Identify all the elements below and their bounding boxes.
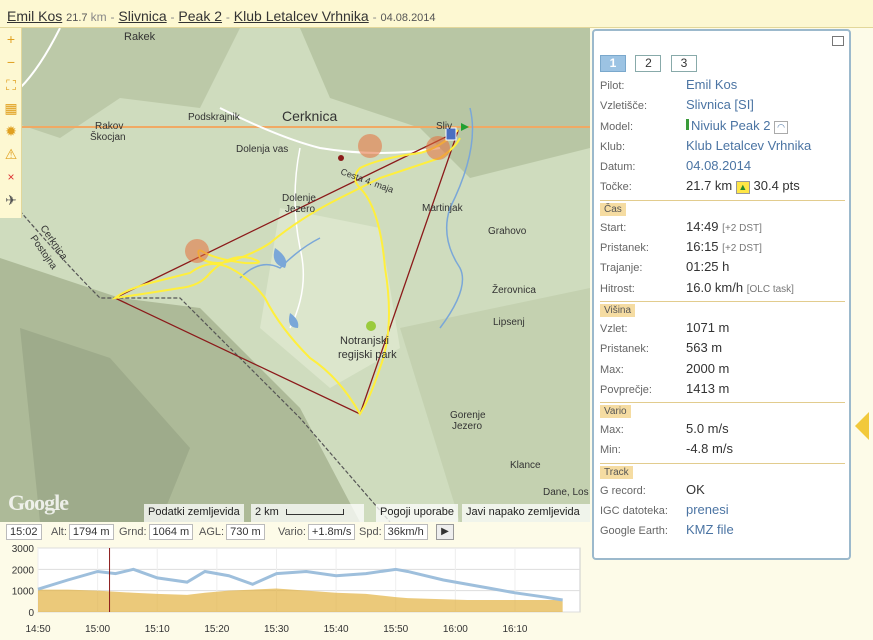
map-data-link[interactable]: Podatki zemljevida: [144, 504, 244, 522]
height-landing-value: 563 m: [686, 340, 723, 356]
map-scale: 2 km: [251, 504, 364, 522]
tab-2[interactable]: 2: [635, 55, 662, 72]
glider-icon: [686, 118, 689, 130]
x-tick-label: 16:10: [502, 624, 527, 635]
restore-window-icon[interactable]: [832, 36, 844, 46]
fullscreen-icon[interactable]: ⛶: [0, 74, 22, 97]
grecord-value: OK: [686, 481, 705, 497]
place-grahovo: Grahovo: [488, 226, 527, 237]
section-time: Čas: [600, 202, 626, 216]
place-regijski-park: regijski park: [338, 349, 397, 361]
flight-summary: Pilot: Emil Kos Vzletišče: Slivnica [SI] M…: [600, 76, 845, 542]
y-tick-label: 0: [28, 608, 34, 619]
height-max-value: 2000 m: [686, 360, 730, 376]
points-value: 21.7 km ▲ 30.4 pts: [686, 178, 800, 195]
speed-value: 36km/h: [383, 524, 428, 540]
x-tick-label: 15:20: [204, 624, 229, 635]
triangle-icon: ▲: [735, 181, 750, 195]
y-tick-label: 3000: [12, 544, 35, 555]
x-tick-label: 15:50: [383, 624, 408, 635]
place-gorenje: Gorenje: [450, 410, 486, 421]
place-martinjak: Martinjak: [422, 203, 464, 214]
duration-value: 01:25 h: [686, 259, 730, 275]
google-logo: Google: [8, 490, 69, 515]
kmz-download-link[interactable]: KMZ file: [686, 522, 734, 537]
vario-min-value: -4.8 m/s: [686, 441, 733, 457]
launch-link[interactable]: Slivnica: [118, 8, 166, 24]
place-skocjan: Škocjan: [90, 130, 126, 143]
place-zerovnica: Žerovnica: [492, 283, 536, 296]
x-tick-label: 15:40: [324, 624, 349, 635]
place-lipsenj: Lipsenj: [493, 317, 525, 328]
start-value: 14:49 [+2 DST]: [686, 218, 762, 234]
glider-link[interactable]: Peak 2: [178, 8, 222, 24]
alt-value: 1794 m: [68, 524, 114, 540]
place-rakek: Rakek: [124, 31, 156, 43]
section-height: Višina: [600, 303, 636, 317]
section-vario: Vario: [600, 405, 631, 419]
scale-bar: [285, 509, 344, 515]
agl-value: 730 m: [226, 524, 265, 540]
vario-max-value: 5.0 m/s: [686, 421, 729, 437]
place-rakov: Rakov: [95, 121, 123, 132]
place-jezero: Jezero: [285, 204, 315, 215]
panel-tabs: 1 2 3: [600, 54, 702, 72]
vario-value: +1.8m/s: [307, 524, 356, 540]
place-podskrajnik: Podskrajnik: [188, 112, 241, 123]
distance-text: 21.7 km: [66, 10, 107, 24]
place-sliv: Sliv: [436, 121, 452, 132]
date-value: 04.08.2014: [686, 158, 752, 174]
place-dane: Dane, Los: [543, 487, 589, 498]
y-tick-label: 2000: [12, 565, 35, 576]
zoom-in-button[interactable]: +: [0, 28, 22, 51]
time-value: 15:02: [6, 524, 42, 540]
x-tick-label: 15:00: [85, 624, 110, 635]
landing-time-value: 16:15 [+2 DST]: [686, 239, 762, 255]
warning-icon[interactable]: ⚠: [0, 143, 22, 166]
launch-value[interactable]: Slivnica [SI]: [686, 97, 754, 112]
place-gorenje-jezero: Jezero: [452, 421, 482, 432]
flight-info-panel: 1 2 3 Pilot: Emil Kos Vzletišče: Slivnica …: [592, 29, 851, 560]
igc-download-link[interactable]: prenesi: [686, 502, 729, 517]
marker-icon[interactable]: ✹: [0, 120, 22, 143]
speed-value-panel: 16.0 km/h [OLC task]: [686, 279, 794, 295]
place-dolenja-vas: Dolenja vas: [236, 144, 288, 155]
plane-icon[interactable]: ✈: [0, 189, 22, 212]
close-icon[interactable]: ×: [0, 166, 22, 189]
section-track: Track: [600, 465, 633, 479]
terms-link[interactable]: Pogoji uporabe: [376, 504, 459, 522]
layers-icon[interactable]: ▦: [0, 97, 22, 120]
height-avg-value: 1413 m: [686, 380, 730, 396]
report-error-link[interactable]: Javi napako zemljevida: [462, 504, 590, 522]
club-value[interactable]: Klub Letalcev Vrhnika: [686, 138, 811, 153]
ground-value: 1064 m: [148, 524, 194, 540]
pilot-link[interactable]: Emil Kos: [7, 8, 62, 24]
flight-date: 04.08.2014: [380, 12, 436, 24]
altitude-chart[interactable]: 0 1000 2000 3000 14:50 15:00 15:10 15:20 15:30 15…: [0, 542, 590, 640]
flight-header: Emil Kos 21.7 km - Slivnica - Peak 2 - K…: [0, 0, 873, 28]
panel-toggle-handle[interactable]: [855, 412, 869, 440]
place-dolenje: Dolenje: [282, 193, 316, 204]
x-tick-label: 15:10: [145, 624, 170, 635]
club-link[interactable]: Klub Letalcev Vrhnika: [234, 8, 369, 24]
tab-1[interactable]: 1: [600, 55, 626, 72]
tab-3[interactable]: 3: [670, 55, 697, 72]
track-stat-bar: 15:02 Alt: 1794 m Grnd: 1064 m AGL: 730 m V…: [0, 522, 590, 542]
model-value[interactable]: Niviuk Peak 2 ◠: [686, 118, 789, 134]
flight-map[interactable]: Rakek Podskrajnik Cerknica Dolenja vas R…: [0, 28, 590, 522]
height-launch-value: 1071 m: [686, 319, 730, 335]
pilot-value[interactable]: Emil Kos: [686, 77, 737, 92]
flight-viewer: Emil Kos 21.7 km - Slivnica - Peak 2 - K…: [0, 0, 873, 640]
play-button[interactable]: ▶: [436, 524, 454, 540]
place-notranjski: Notranjski: [340, 335, 389, 347]
x-tick-label: 15:30: [264, 624, 289, 635]
place-klance: Klance: [510, 460, 541, 471]
map-toolbar: + − ⛶ ▦ ✹ ⚠ × ✈: [0, 28, 22, 218]
place-cerknica: Cerknica: [282, 108, 337, 124]
x-tick-label: 14:50: [25, 624, 50, 635]
x-tick-label: 16:00: [443, 624, 468, 635]
paraglider-icon: ◠: [774, 120, 789, 134]
zoom-out-button[interactable]: −: [0, 51, 22, 74]
y-tick-label: 1000: [12, 587, 35, 598]
